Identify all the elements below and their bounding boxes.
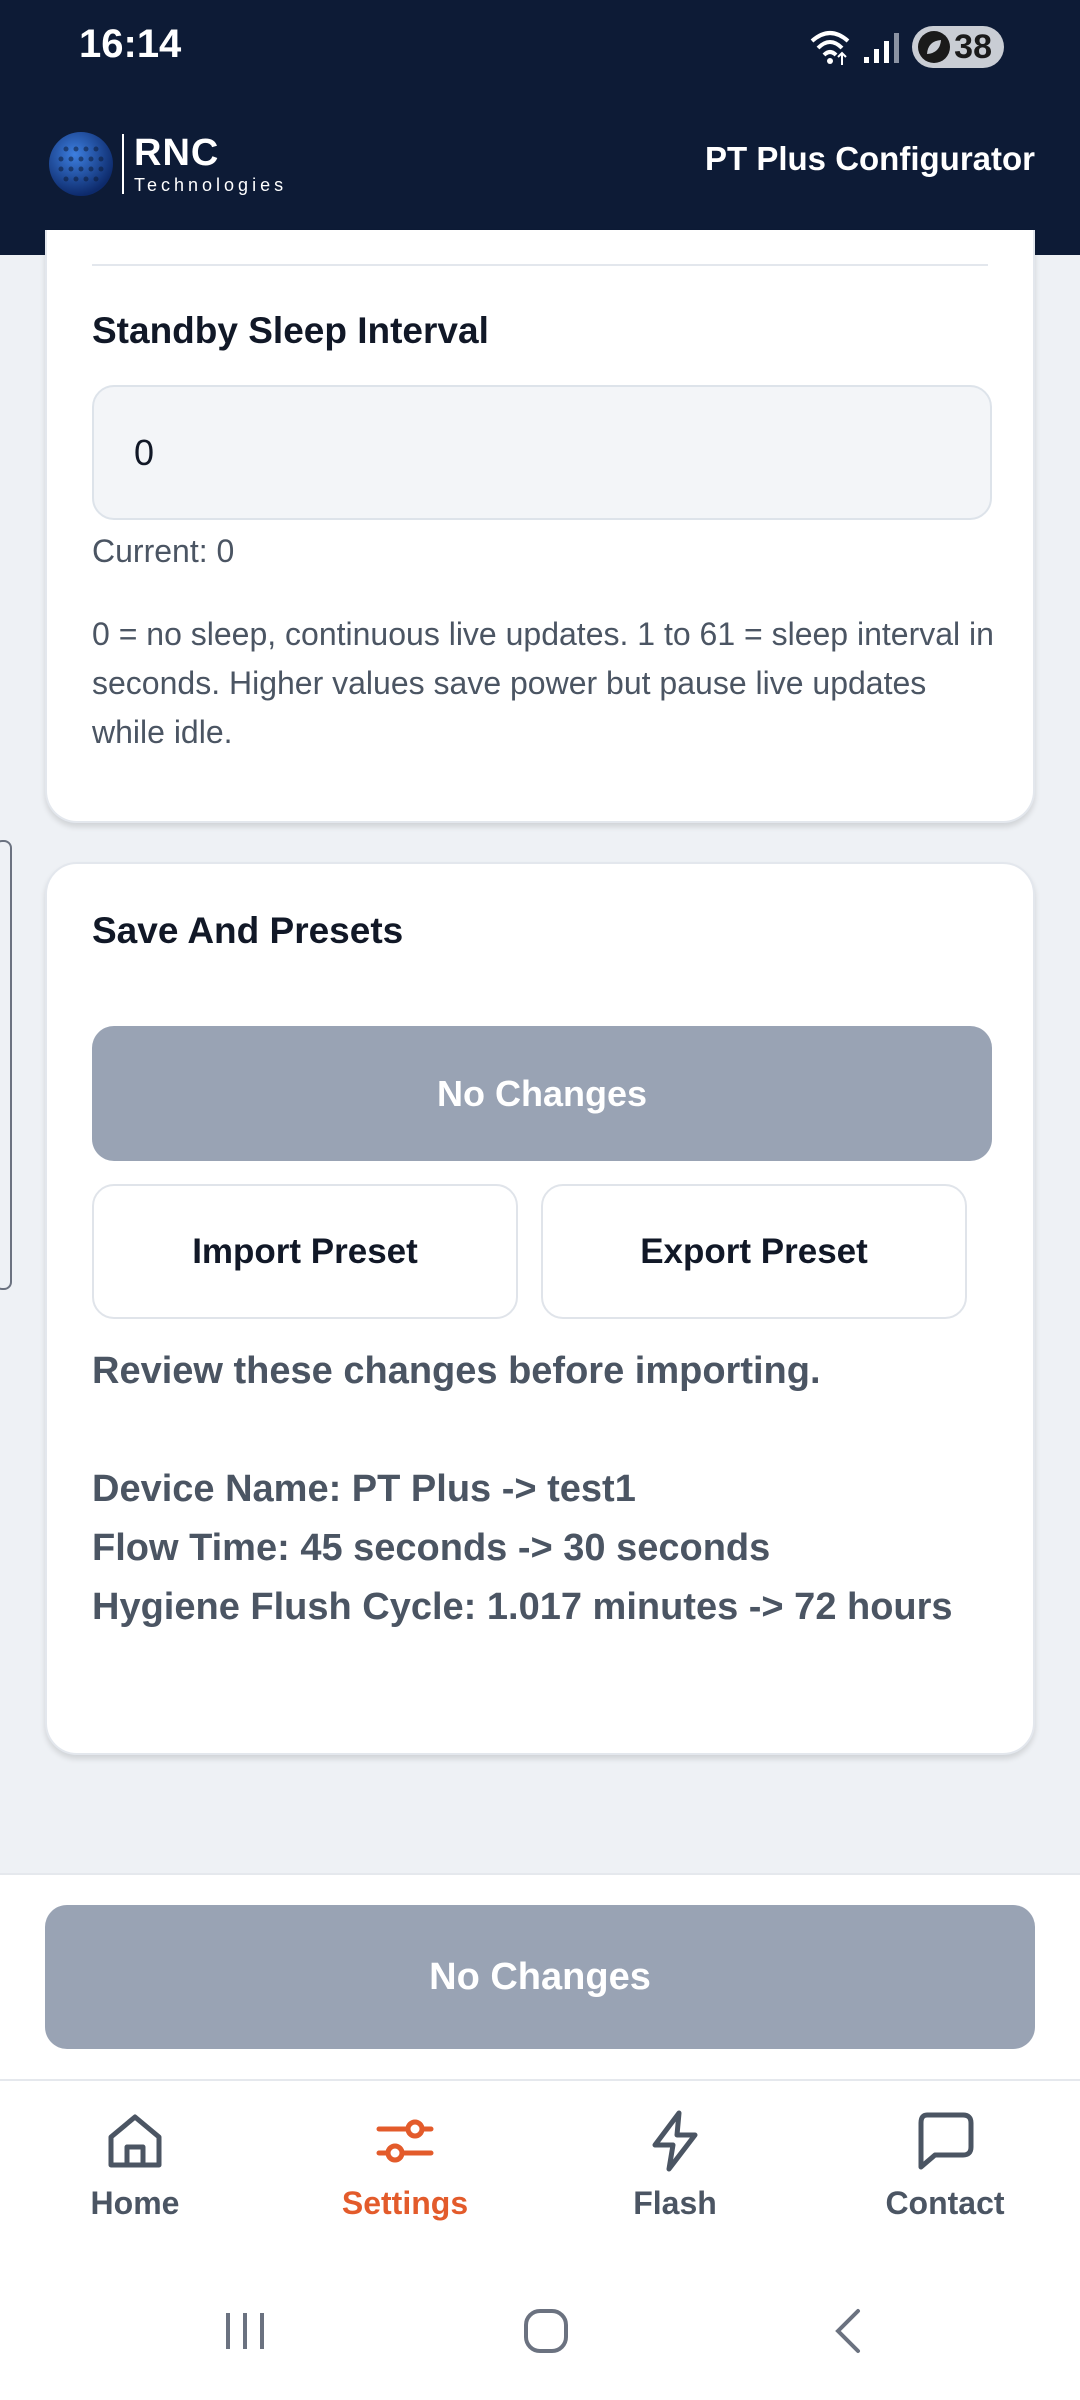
recents-button[interactable] <box>205 2301 285 2361</box>
signal-icon <box>864 33 900 63</box>
export-preset-button[interactable]: Export Preset <box>541 1184 967 1319</box>
home-circle-icon <box>524 2309 568 2353</box>
back-button[interactable] <box>808 2301 888 2361</box>
current-value-text: Current: 0 <box>92 533 235 569</box>
import-review: Review these changes before importing. D… <box>92 1342 1002 1637</box>
standby-sleep-input[interactable] <box>92 385 992 520</box>
edge-panel-handle[interactable] <box>0 840 12 1290</box>
nav-label-settings: Settings <box>341 2185 469 2221</box>
save-bar: No Changes <box>0 1873 1080 2081</box>
app-header: 16:14 38 RNC Technologies PT Plus Config… <box>0 0 1080 255</box>
nav-item-settings[interactable]: Settings <box>270 2081 540 2261</box>
save-presets-card: Save And Presets No Changes Import Prese… <box>45 862 1035 1755</box>
nav-item-flash[interactable]: Flash <box>540 2081 810 2261</box>
battery-level: 38 <box>954 27 992 66</box>
standby-sleep-card: Standby Sleep Interval Current: 0 0 = no… <box>45 230 1035 823</box>
logo-brand: RNC <box>134 132 220 174</box>
logo-subtitle: Technologies <box>134 175 288 195</box>
standby-sleep-title: Standby Sleep Interval <box>92 310 489 351</box>
home-icon <box>108 2114 162 2168</box>
system-nav-bar <box>0 2261 1080 2400</box>
status-icons: 38 <box>808 24 1004 70</box>
app-title: PT Plus Configurator <box>705 140 1035 177</box>
nav-label-contact: Contact <box>885 2185 1005 2221</box>
battery-indicator: 38 <box>912 26 1004 68</box>
change-line: Flow Time: 45 seconds -> 30 seconds <box>92 1527 771 1569</box>
save-presets-title: Save And Presets <box>92 910 404 951</box>
sleep-help-text: 0 = no sleep, continuous live updates. 1… <box>92 616 994 750</box>
bottom-nav: Home Settings Flash Contact <box>0 2081 1080 2261</box>
nav-item-home[interactable]: Home <box>0 2081 270 2261</box>
lightning-icon <box>652 2110 698 2172</box>
nav-label-flash: Flash <box>633 2185 717 2221</box>
card-divider <box>92 264 988 266</box>
sliders-icon <box>376 2119 434 2163</box>
nav-label-home: Home <box>90 2185 180 2221</box>
review-heading: Review these changes before importing. <box>92 1350 821 1392</box>
import-preset-button[interactable]: Import Preset <box>92 1184 518 1319</box>
logo-divider <box>122 134 124 194</box>
save-changes-button[interactable]: No Changes <box>45 1905 1035 2049</box>
change-line: Hygiene Flush Cycle: 1.017 minutes -> 72… <box>92 1586 953 1628</box>
recents-icon <box>226 2313 264 2349</box>
nav-item-contact[interactable]: Contact <box>810 2081 1080 2261</box>
change-line: Device Name: PT Plus -> test1 <box>92 1468 636 1510</box>
wifi-icon <box>810 31 850 65</box>
status-time: 16:14 <box>79 22 182 66</box>
battery-saver-icon <box>918 31 951 63</box>
no-changes-button[interactable]: No Changes <box>92 1026 992 1161</box>
back-icon <box>835 2309 860 2353</box>
system-home-button[interactable] <box>506 2301 586 2361</box>
message-icon <box>918 2112 974 2170</box>
globe-logo-icon <box>49 132 113 196</box>
rnc-logo: RNC Technologies <box>46 128 287 200</box>
